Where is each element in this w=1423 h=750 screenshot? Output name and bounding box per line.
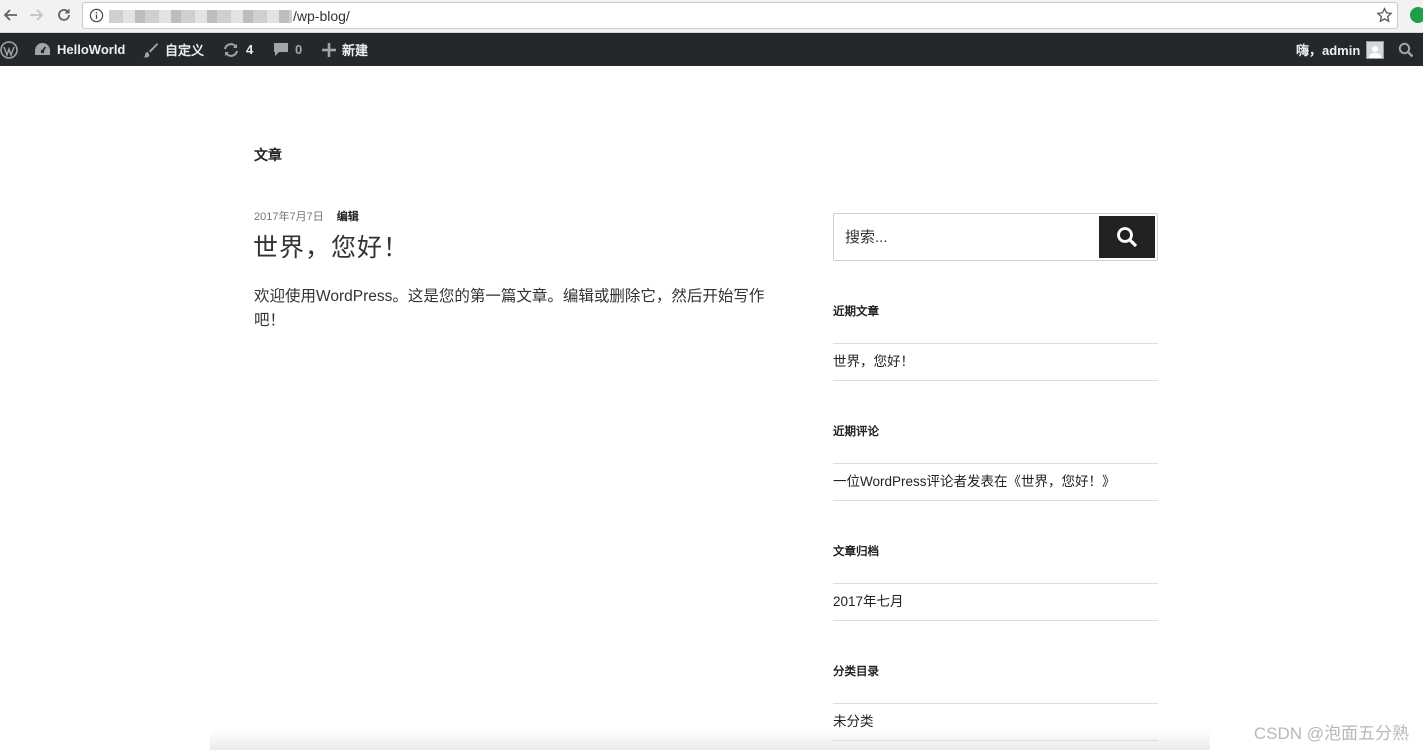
page-title: 文章 (254, 147, 282, 163)
search-input[interactable] (845, 214, 1095, 260)
forward-icon[interactable] (25, 4, 47, 26)
my-account-link[interactable]: 嗨，admin (1296, 33, 1385, 66)
site-name: HelloWorld (57, 42, 126, 57)
categories-title: 分类目录 (833, 666, 879, 678)
post-meta: 2017年7月7日 编辑 (254, 208, 359, 224)
site-name-link[interactable]: HelloWorld (34, 33, 125, 66)
recent-comment-link[interactable]: 一位WordPress评论者发表在《世界，您好！》 (833, 464, 1158, 500)
archive-link[interactable]: 2017年七月 (833, 584, 1158, 620)
blurred-host (109, 10, 292, 23)
bookmark-star-icon[interactable] (1376, 7, 1393, 24)
comment-icon (274, 43, 288, 56)
customize-link[interactable]: 自定义 (143, 33, 204, 66)
recent-post-link[interactable]: 世界，您好！ (833, 344, 1158, 380)
back-icon[interactable] (0, 4, 22, 26)
plus-icon (322, 42, 336, 57)
wordpress-logo-icon[interactable] (0, 33, 18, 66)
recent-posts-list: 世界，您好！ (833, 343, 1158, 381)
archives-list: 2017年七月 (833, 583, 1158, 621)
recent-comments-list: 一位WordPress评论者发表在《世界，您好！》 (833, 463, 1158, 501)
dashboard-icon (35, 43, 50, 55)
reload-icon[interactable] (53, 4, 75, 26)
brush-icon (143, 42, 158, 57)
info-icon[interactable] (89, 8, 104, 23)
recent-posts-title: 近期文章 (833, 306, 879, 318)
updates-link[interactable]: 4 (222, 33, 253, 66)
wp-admin-bar: HelloWorld 自定义 4 0 新建 嗨，admin (0, 33, 1423, 66)
post-content: 欢迎使用WordPress。这是您的第一篇文章。编辑或删除它，然后开始写作吧！ (254, 288, 765, 329)
post-date-link[interactable]: 2017年7月7日 (254, 208, 324, 224)
customize-label: 自定义 (165, 43, 205, 58)
edit-post-link[interactable]: 编辑 (337, 208, 359, 224)
adminbar-search-icon[interactable] (1398, 33, 1414, 66)
address-bar[interactable]: /wp-blog/ (82, 2, 1398, 29)
search-button[interactable] (1099, 216, 1155, 258)
search-icon (1117, 227, 1138, 248)
extension-icon[interactable] (1410, 7, 1423, 23)
comments-count: 0 (295, 42, 303, 57)
updates-count: 4 (246, 42, 254, 57)
avatar (1366, 40, 1385, 59)
comments-link[interactable]: 0 (273, 33, 302, 66)
recent-comments-title: 近期评论 (833, 426, 879, 438)
archives-title: 文章归档 (833, 546, 879, 558)
browser-toolbar: /wp-blog/ (0, 0, 1423, 33)
search-form (833, 213, 1158, 261)
watermark: CSDN @泡面五分熟 (1253, 724, 1409, 743)
greeting: 嗨，admin (1296, 43, 1361, 58)
new-content-link[interactable]: 新建 (322, 33, 368, 66)
new-label: 新建 (342, 43, 369, 58)
updates-icon (224, 42, 238, 57)
bottom-shade (210, 730, 1210, 750)
post-title-link[interactable]: 世界，您好！ (253, 228, 409, 264)
url-text[interactable]: /wp-blog/ (293, 8, 350, 24)
